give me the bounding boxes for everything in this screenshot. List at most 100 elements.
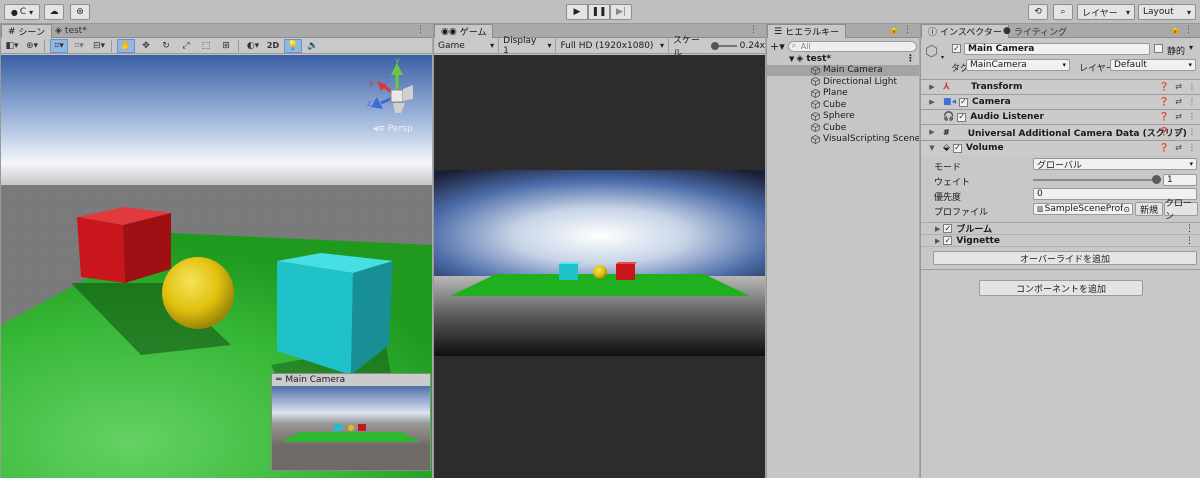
fold-arrow-icon[interactable]: ▶ <box>927 128 937 136</box>
yellow-sphere[interactable] <box>162 257 234 329</box>
layout-dropdown[interactable]: Layout <box>1138 4 1196 20</box>
red-cube[interactable] <box>77 207 171 283</box>
kebab-icon[interactable]: ⋮ <box>1188 143 1196 152</box>
volume-mode-dropdown[interactable]: グローバル ▾ <box>1033 158 1197 171</box>
help-icon[interactable]: ❓ <box>1159 127 1169 136</box>
preset-icon[interactable]: ⇄ <box>1175 143 1182 152</box>
static-dropdown-icon[interactable]: ▾ <box>1189 43 1193 52</box>
game-area[interactable] <box>434 55 765 478</box>
display-dropdown[interactable]: Display 1 <box>499 36 557 56</box>
rotate-tool-button[interactable]: ↻ <box>157 39 175 53</box>
hierarchy-item[interactable]: VisualScripting SceneVa <box>767 134 919 146</box>
lighting-toggle-button[interactable]: 💡 <box>284 38 302 53</box>
volume-component-header[interactable]: ▼ ⬙ ✓ Volume ❓ ⇄ ⋮ <box>921 140 1200 155</box>
scene-viewport[interactable]: y x z ◂≡ Persp ═ Main Camera <box>1 55 432 478</box>
override-enabled-checkbox[interactable]: ✓ <box>943 236 953 245</box>
volume-override-row[interactable]: ▶ ✓ ブルーム ⋮ <box>921 223 1200 235</box>
tab-scene-file[interactable]: ◈ test* <box>49 24 93 38</box>
grid-snap-button[interactable]: ⌗▾ <box>50 38 68 53</box>
new-profile-button[interactable]: 新規 <box>1135 202 1163 216</box>
account-dropdown[interactable]: ● C <box>4 4 40 20</box>
preset-icon[interactable]: ⇄ <box>1175 97 1182 106</box>
help-icon[interactable]: ❓ <box>1159 82 1169 91</box>
drag-handle-icon[interactable]: ═ <box>276 375 281 385</box>
preset-icon[interactable]: ⇄ <box>1175 127 1182 136</box>
cloud-button[interactable]: ☁ <box>44 4 64 20</box>
draw-mode-button[interactable]: ◧▾ <box>3 39 21 53</box>
play-button[interactable]: ▶ <box>566 4 588 20</box>
hand-tool-button[interactable]: ✋ <box>117 38 135 53</box>
help-icon[interactable]: ❓ <box>1159 143 1169 152</box>
scale-slider-thumb[interactable] <box>711 41 720 50</box>
move-tool-button[interactable]: ✥ <box>137 39 155 53</box>
fold-arrow-icon[interactable]: ▶ <box>927 83 937 91</box>
kebab-icon[interactable]: ⋮ <box>1185 224 1194 234</box>
scale-tool-button[interactable]: ⤢ <box>177 39 195 53</box>
kebab-icon[interactable]: ⋮ <box>1188 112 1196 121</box>
hierarchy-item[interactable]: Main Camera <box>767 64 919 76</box>
audio-listener-component-header[interactable]: ▶ 🎧 ✓ Audio Listener ❓⇄⋮ <box>921 109 1200 124</box>
scene-menu-icon[interactable]: ⋮ <box>416 25 428 35</box>
hierarchy-item[interactable]: Cube <box>767 99 919 111</box>
pause-button[interactable]: ❚❚ <box>588 4 610 20</box>
view-2d-button[interactable]: 2D <box>264 39 282 53</box>
kebab-icon[interactable]: ⋮ <box>1188 97 1196 106</box>
preset-icon[interactable]: ⇄ <box>1175 82 1182 91</box>
resolution-dropdown[interactable]: Full HD (1920x1080) <box>556 37 669 54</box>
hierarchy-item[interactable]: Directional Light <box>767 76 919 88</box>
volume-override-row[interactable]: ▶ ✓ Vignette ⋮ <box>921 235 1200 247</box>
add-override-button[interactable]: オーバーライドを追加 <box>933 251 1197 265</box>
object-name-input[interactable]: Main Camera <box>964 43 1150 55</box>
history-button[interactable]: ⟲ <box>1028 4 1048 20</box>
ruler-button[interactable]: ⊟▾ <box>90 39 108 53</box>
volume-weight-slider[interactable] <box>1033 174 1161 186</box>
object-picker-icon[interactable]: ⊙ <box>1123 205 1130 214</box>
transform-component-header[interactable]: ▶ ⅄ Transform ❓ ⇄ ⋮ <box>921 79 1200 94</box>
audio-toggle-button[interactable]: 🔈 <box>304 39 322 53</box>
collab-button[interactable]: ⊛ <box>70 4 90 20</box>
tag-dropdown[interactable]: MainCamera ▾ <box>966 59 1070 71</box>
help-icon[interactable]: ❓ <box>1159 97 1169 106</box>
scene-menu-icon[interactable]: ⋮ <box>906 54 915 64</box>
snap-increment-button[interactable]: ⌗▾ <box>70 39 88 53</box>
volume-profile-field[interactable]: ▥ SampleSceneProfil ⊙ <box>1033 203 1133 215</box>
volume-weight-slider-thumb[interactable] <box>1152 175 1161 184</box>
clone-profile-button[interactable]: クローン <box>1164 199 1198 222</box>
inspector-menu-icon[interactable]: 🔒⋮ <box>1170 25 1196 35</box>
hierarchy-scene-row[interactable]: ▼ ◈ test* ⋮ <box>767 53 919 65</box>
globe-button[interactable]: ⊕▾ <box>23 39 41 53</box>
tab-game[interactable]: ◉◉ ゲーム <box>434 24 494 38</box>
urp-camera-data-component-header[interactable]: ▶ # Universal Additional Camera Data (スク… <box>921 124 1200 139</box>
tab-lighting[interactable]: ● ライティング <box>997 24 1073 38</box>
expand-arrow-icon[interactable]: ▼ <box>789 55 794 63</box>
fold-arrow-icon[interactable]: ▶ <box>935 225 940 233</box>
active-checkbox[interactable]: ✓ <box>952 44 961 53</box>
persp-label[interactable]: ◂≡ Persp <box>373 124 413 134</box>
step-button[interactable]: ▶| <box>610 4 632 20</box>
hierarchy-menu-icon[interactable]: 🔒⋮ <box>889 25 915 35</box>
tab-scene[interactable]: # シーン <box>1 24 53 38</box>
add-icon[interactable]: +▾ <box>770 40 785 53</box>
rect-tool-button[interactable]: ⬚ <box>197 39 215 53</box>
kebab-icon[interactable]: ⋮ <box>1185 236 1194 246</box>
preset-icon[interactable]: ⇄ <box>1175 112 1182 121</box>
gameobject-icon-dropdown[interactable]: ▾ <box>941 54 944 61</box>
hierarchy-item[interactable]: Sphere <box>767 111 919 123</box>
hierarchy-search-input[interactable]: ⌕ All <box>787 41 917 52</box>
add-component-button[interactable]: コンポーネントを追加 <box>979 280 1143 296</box>
shading-button[interactable]: ◐▾ <box>244 39 262 53</box>
camera-component-header[interactable]: ▶ ■◂ ✓ Camera ❓ ⇄ ⋮ <box>921 94 1200 109</box>
layers-dropdown[interactable]: レイヤー <box>1077 4 1135 20</box>
kebab-icon[interactable]: ⋮ <box>1188 82 1196 91</box>
tab-inspector[interactable]: ⓘ インスペクター <box>921 24 1009 38</box>
volume-weight-input[interactable]: 1 <box>1163 174 1197 186</box>
search-button[interactable]: ⌕ <box>1053 4 1073 20</box>
fold-arrow-icon[interactable]: ▶ <box>927 98 937 106</box>
hierarchy-item[interactable]: Plane <box>767 88 919 100</box>
volume-enabled-checkbox[interactable]: ✓ <box>952 143 962 153</box>
fold-arrow-icon[interactable]: ▼ <box>927 144 937 152</box>
static-checkbox[interactable] <box>1154 44 1163 53</box>
tab-hierarchy[interactable]: ☰ ヒエラルキー <box>767 24 847 38</box>
transform-tool-button[interactable]: ⊞ <box>217 39 235 53</box>
scale-slider[interactable] <box>711 41 737 51</box>
